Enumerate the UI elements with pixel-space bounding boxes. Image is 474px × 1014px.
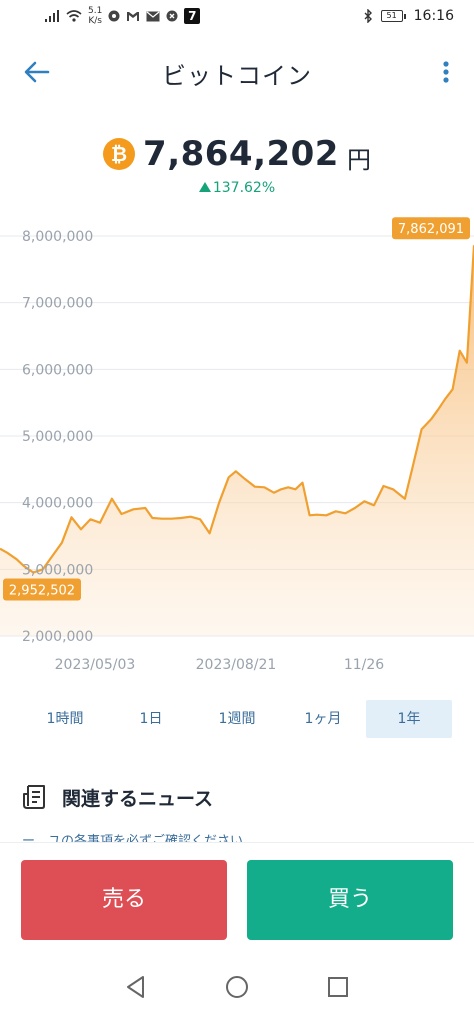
page-title: ビットコイン — [162, 62, 312, 90]
y-tick-label: 3,000,000 — [22, 562, 93, 578]
status-bar-left: 5.1 K/s 7 — [44, 6, 201, 26]
price-change-value: 137.62% — [212, 180, 276, 196]
status-time: 16:16 — [413, 8, 454, 24]
max-price-label: 7,862,091 — [398, 222, 464, 237]
y-tick-label: 2,000,000 — [22, 629, 93, 645]
y-tick-label: 4,000,000 — [22, 496, 93, 512]
price-change: 137.62% — [0, 180, 474, 196]
y-tick-label: 7,000,000 — [22, 296, 93, 312]
more-vertical-icon[interactable] — [440, 58, 452, 86]
status-bar-right: 51 16:16 — [363, 8, 454, 24]
y-tick-label: 8,000,000 — [22, 229, 93, 245]
notification-badge: 7 — [184, 8, 201, 24]
x-tick-label: 2023/08/21 — [196, 657, 277, 673]
app-header: ビットコイン — [0, 48, 474, 96]
gmail-icon — [127, 11, 140, 21]
price-value: 7,864,202 — [143, 134, 339, 174]
battery-icon: 51 — [380, 10, 406, 22]
mail-icon — [146, 11, 160, 21]
x-tick-label: 11/26 — [344, 657, 384, 673]
range-tab-1m[interactable]: 1ヶ月 — [280, 700, 366, 738]
price-chart[interactable]: 2,000,000 3,000,000 4,000,000 5,000,000 6,00… — [0, 205, 474, 680]
range-tab-1w[interactable]: 1週間 — [194, 700, 280, 738]
y-tick-label: 6,000,000 — [22, 362, 93, 378]
y-tick-label: 5,000,000 — [22, 429, 93, 445]
bluetooth-icon — [364, 9, 372, 23]
price-chart-svg: 2,000,000 3,000,000 4,000,000 5,000,000 6,00… — [0, 217, 474, 673]
shield-icon — [166, 10, 178, 22]
bitcoin-icon: ₿ — [103, 138, 136, 170]
buy-button[interactable]: 買う — [247, 860, 453, 940]
range-tab-1h[interactable]: 1時間 — [22, 700, 108, 738]
nav-recents-icon[interactable] — [325, 974, 351, 1000]
min-price-label: 2,952,502 — [9, 583, 75, 598]
sell-button[interactable]: 売る — [21, 860, 227, 940]
network-speed: 5.1 K/s — [88, 6, 102, 26]
wifi-icon — [66, 10, 82, 22]
range-tab-1y[interactable]: 1年 — [366, 700, 452, 738]
up-triangle-icon — [198, 182, 211, 192]
news-section-title: 関連するニュース — [62, 787, 214, 810]
network-speed-unit: K/s — [88, 16, 102, 26]
news-snippet[interactable]: ー ユの各事項を必ずご確認ください — [22, 832, 452, 842]
system-nav-bar — [0, 960, 474, 1014]
app-icon — [108, 10, 120, 22]
nav-back-icon[interactable] — [123, 974, 149, 1000]
news-icon — [23, 785, 45, 809]
signal-icon — [45, 10, 59, 22]
news-section-header: 関連するニュース — [22, 780, 213, 814]
x-tick-label: 2023/05/03 — [55, 657, 136, 673]
status-bar: 5.1 K/s 7 51 16:16 — [0, 0, 474, 36]
range-tab-1d[interactable]: 1日 — [108, 700, 194, 738]
network-speed-value: 5.1 — [88, 6, 103, 16]
price-unit: 円 — [346, 145, 371, 174]
price-row: ₿ 7,864,202 円 — [0, 132, 474, 176]
svg-text:₿: ₿ — [111, 142, 127, 166]
battery-level: 51 — [380, 10, 403, 22]
nav-home-icon[interactable] — [224, 974, 250, 1000]
range-tabs: 1時間 1日 1週間 1ヶ月 1年 — [22, 700, 452, 738]
action-area: 売る 買う — [0, 842, 474, 954]
